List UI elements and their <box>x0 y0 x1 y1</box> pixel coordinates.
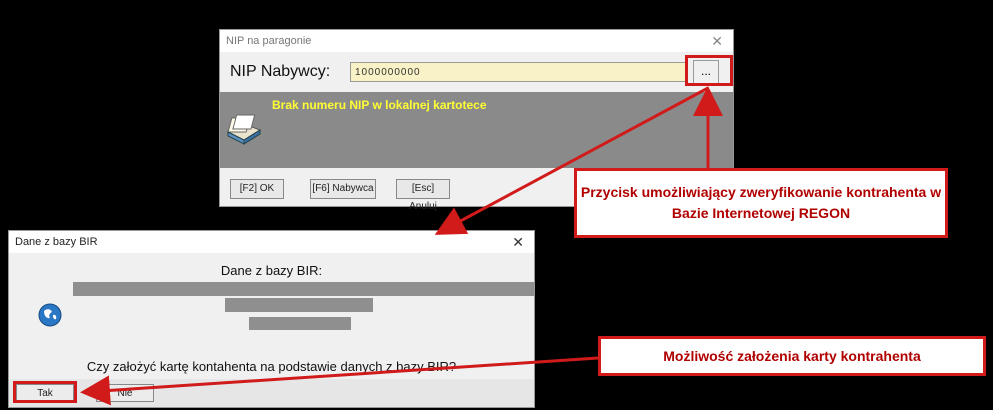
no-button[interactable]: Nie <box>96 384 154 402</box>
info-message: Brak numeru NIP w lokalnej kartotece <box>272 98 487 112</box>
nip-label: NIP Nabywcy: <box>230 63 331 80</box>
bir-dialog-titlebar: Dane z bazy BIR ✕ <box>9 231 534 253</box>
card-file-icon <box>224 110 264 151</box>
close-icon[interactable]: ✕ <box>512 231 524 253</box>
ok-button[interactable]: [F2] OK <box>230 179 284 199</box>
nip-input[interactable]: 1000000000 <box>350 62 688 82</box>
anuluj-button[interactable]: [Esc] Anuluj <box>396 179 450 212</box>
close-icon[interactable]: ✕ <box>711 30 723 52</box>
verify-callout: Przycisk umożliwiający zweryfikowanie ko… <box>574 168 948 238</box>
bir-dialog-buttons: Tak Nie <box>9 379 534 407</box>
bir-dialog-title: Dane z bazy BIR <box>15 236 98 248</box>
nip-dialog-titlebar: NIP na paragonie ✕ <box>220 30 733 52</box>
bir-question: Czy założyć kartę kontahenta na podstawi… <box>86 359 457 374</box>
browse-button-highlight <box>685 55 733 86</box>
nip-dialog-title: NIP na paragonie <box>226 35 312 47</box>
nip-row: NIP Nabywcy: 1000000000 ... <box>228 60 725 86</box>
bir-heading: Dane z bazy BIR: <box>220 263 323 278</box>
nabywca-button[interactable]: [F6] Nabywca <box>310 179 376 199</box>
create-callout: Możliwość założenia karty kontrahenta <box>598 336 986 376</box>
bir-dialog: Dane z bazy BIR ✕ Dane z bazy BIR: Czy z… <box>9 231 534 407</box>
redacted-field <box>225 298 373 312</box>
redacted-field <box>73 282 534 296</box>
info-panel: Brak numeru NIP w lokalnej kartotece <box>220 92 733 168</box>
redacted-field <box>249 317 351 330</box>
globe-icon <box>38 303 62 332</box>
yes-button-highlight <box>13 381 77 403</box>
